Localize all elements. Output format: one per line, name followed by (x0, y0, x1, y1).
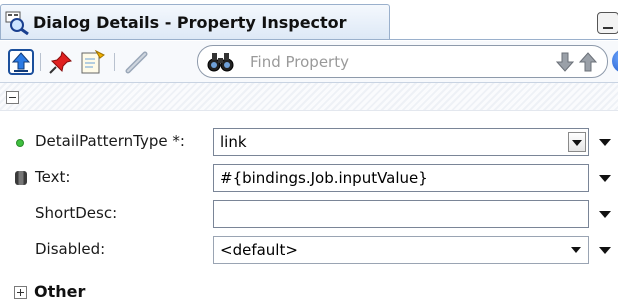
group-other[interactable]: Other (0, 279, 618, 305)
property-row-shortdesc: ShortDesc: (0, 197, 618, 231)
database-icon (15, 171, 27, 185)
title-tab-strip: Dialog Details - Property Inspector (0, 0, 618, 40)
chevron-down-icon[interactable] (568, 240, 586, 260)
find-property-input[interactable] (250, 51, 490, 73)
property-value: #{bindings.Job.inputValue} (220, 169, 428, 187)
property-row-disabled: Disabled: <default> (0, 233, 618, 267)
find-property-search[interactable] (197, 45, 608, 78)
pencil-icon[interactable] (124, 49, 150, 75)
collapse-section-icon[interactable] (6, 91, 19, 104)
upload-icon[interactable] (8, 49, 34, 75)
property-value: <default> (220, 241, 298, 259)
disabled-combobox[interactable]: <default> (213, 236, 589, 264)
toolbar-separator (40, 53, 41, 71)
row-menu-icon[interactable] (599, 139, 611, 146)
window-title: Dialog Details - Property Inspector (33, 13, 347, 32)
chevron-down-icon[interactable] (568, 132, 586, 152)
toolbar-separator (114, 53, 115, 71)
arrow-down-icon[interactable] (555, 52, 575, 72)
binoculars-icon[interactable] (207, 52, 235, 72)
section-header (0, 83, 618, 111)
help-icon[interactable]: ? (612, 49, 618, 73)
required-dot-icon (16, 139, 24, 147)
property-value: link (220, 133, 247, 151)
group-label: Other (34, 282, 86, 301)
property-inspector-tab[interactable]: Dialog Details - Property Inspector (0, 4, 390, 40)
property-label: DetailPatternType *: (35, 132, 185, 150)
arrow-up-icon[interactable] (578, 52, 598, 72)
property-label: Disabled: (35, 240, 106, 258)
property-inspector-icon (5, 11, 31, 35)
property-panel: DetailPatternType *: link Text: #{bindin… (0, 83, 618, 305)
pin-icon[interactable] (48, 49, 74, 75)
shortdesc-input[interactable] (213, 200, 589, 228)
detailpatterntype-combobox[interactable]: link (213, 128, 589, 156)
text-input[interactable]: #{bindings.Job.inputValue} (213, 164, 589, 192)
property-label: Text: (35, 168, 71, 186)
expand-group-icon[interactable] (14, 286, 27, 299)
property-row-detailpatterntype: DetailPatternType *: link (0, 125, 618, 159)
edit-document-icon[interactable] (80, 49, 106, 75)
toolbar: ? (0, 41, 618, 83)
minimize-icon[interactable] (597, 12, 618, 34)
row-menu-icon[interactable] (599, 247, 611, 254)
row-menu-icon[interactable] (599, 211, 611, 218)
property-row-text: Text: #{bindings.Job.inputValue} (0, 161, 618, 195)
property-label: ShortDesc: (35, 204, 118, 222)
row-menu-icon[interactable] (599, 175, 611, 182)
